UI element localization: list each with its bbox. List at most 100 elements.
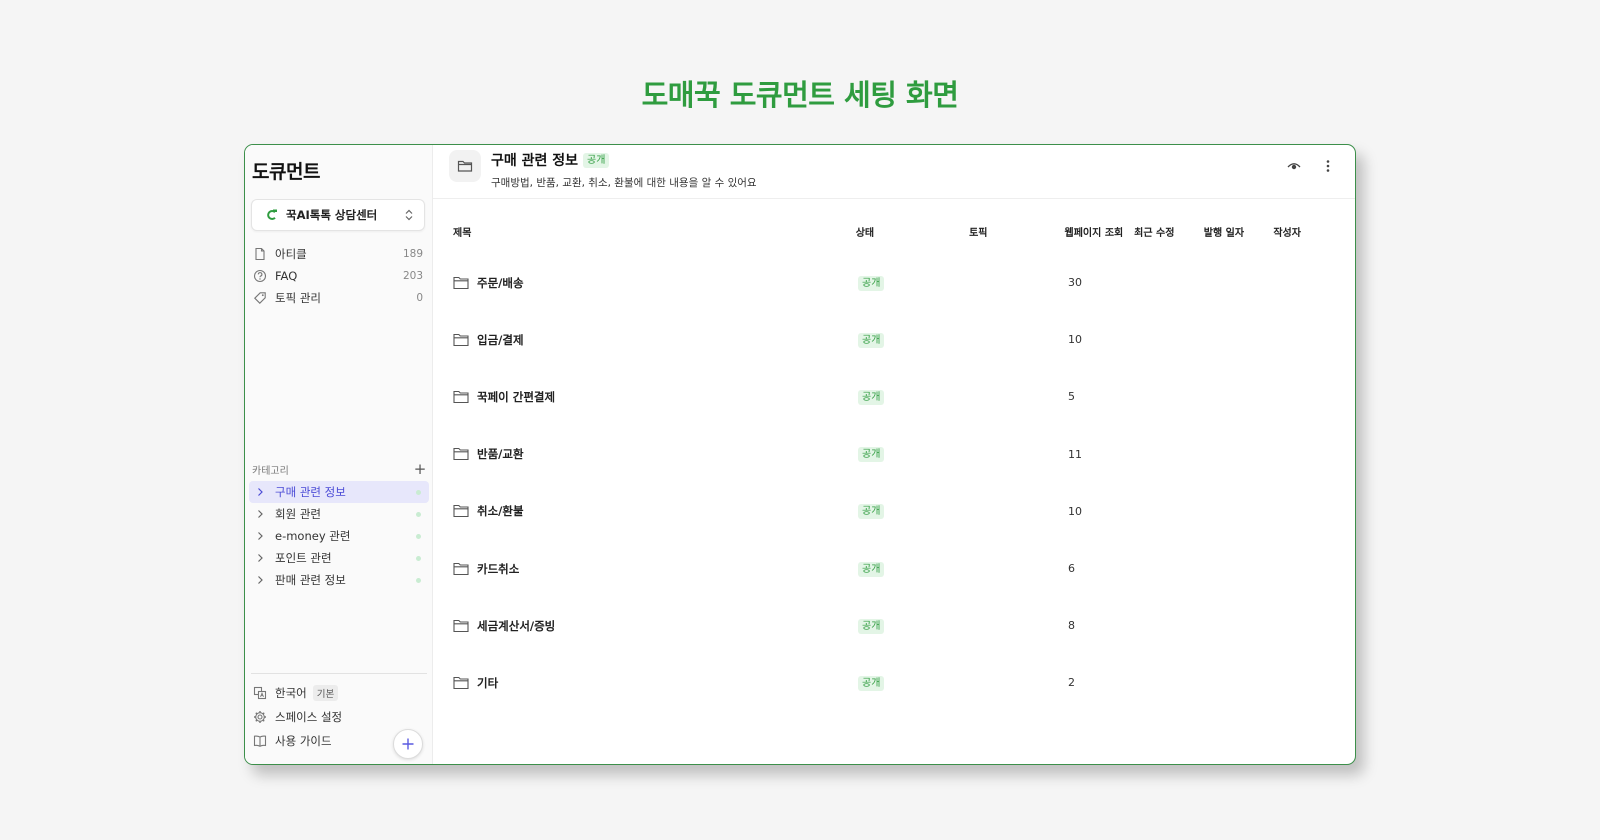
- column-header-title[interactable]: 제목: [453, 224, 856, 239]
- category-item-points[interactable]: 포인트 관련: [249, 547, 429, 569]
- row-title-text: 주문/배송: [477, 275, 524, 290]
- category-header: 카테고리 +: [251, 461, 427, 477]
- main-content: 구매 관련 정보 공개 구매방법, 반품, 교환, 취소, 환불에 대한 내용을…: [433, 145, 1355, 764]
- sidebar-divider: [251, 673, 427, 674]
- category-label: e-money 관련: [275, 529, 351, 543]
- row-title-text: 기타: [477, 675, 499, 690]
- space-selector[interactable]: 꾹AI톡톡 상담센터: [251, 199, 425, 231]
- status-badge: 공개: [858, 332, 885, 348]
- column-header-author[interactable]: 작성자: [1273, 224, 1333, 239]
- chevron-right-icon[interactable]: [255, 553, 265, 563]
- add-category-icon[interactable]: +: [413, 462, 427, 477]
- column-header-status[interactable]: 상태: [856, 224, 969, 239]
- language-button[interactable]: 한국어 기본: [251, 681, 427, 705]
- document-table: 제목 상태 토픽 웹페이지 조회 최근 수정 발행 일자 작성자 주문/배송 공…: [453, 221, 1333, 712]
- column-header-published[interactable]: 발행 일자: [1204, 224, 1274, 239]
- row-title-text: 카드취소: [477, 561, 520, 576]
- status-badge: 공개: [858, 389, 885, 405]
- sidebar-nav: 아티클 189 FAQ 203 토픽 관리 0: [251, 243, 427, 309]
- sidebar-item-count: 203: [402, 270, 423, 282]
- page-title-text: 구매 관련 정보: [491, 153, 579, 169]
- eye-icon[interactable]: [1287, 159, 1301, 173]
- row-status: 공개: [858, 275, 972, 291]
- language-label: 한국어: [275, 686, 307, 700]
- table-header: 제목 상태 토픽 웹페이지 조회 최근 수정 발행 일자 작성자: [453, 221, 1333, 241]
- sidebar-title: 도큐먼트: [252, 161, 320, 183]
- column-header-views[interactable]: 웹페이지 조회: [1065, 224, 1135, 239]
- translate-icon: [253, 686, 267, 700]
- chevron-right-icon[interactable]: [255, 487, 265, 497]
- table-row[interactable]: 취소/환불 공개 10: [453, 483, 1333, 540]
- status-badge: 공개: [858, 275, 885, 291]
- space-settings-button[interactable]: 스페이스 설정: [251, 705, 427, 729]
- folder-icon: [453, 676, 469, 689]
- status-dot: [416, 489, 421, 495]
- column-header-modified[interactable]: 최근 수정: [1134, 224, 1204, 239]
- row-views: 5: [1068, 390, 1075, 404]
- space-name: 꾹AI톡톡 상담센터: [286, 208, 378, 222]
- row-status: 공개: [858, 675, 972, 691]
- category-folder-badge: [449, 150, 481, 182]
- more-vertical-icon[interactable]: [1321, 159, 1335, 173]
- row-views: 11: [1068, 447, 1082, 461]
- row-title-text: 반품/교환: [477, 447, 524, 462]
- sidebar-item-topics[interactable]: 토픽 관리 0: [251, 287, 427, 309]
- sidebar-item-count: 189: [402, 248, 423, 260]
- sidebar-item-faq[interactable]: FAQ 203: [251, 265, 427, 287]
- row-views: 6: [1068, 562, 1075, 576]
- table-row[interactable]: 꾹페이 간편결제 공개 5: [453, 368, 1333, 425]
- status-badge: 공개: [858, 618, 885, 634]
- chevron-updown-icon: [405, 209, 413, 221]
- row-title: 세금계산서/증빙: [453, 618, 858, 634]
- folder-icon: [457, 160, 473, 172]
- row-views: 2: [1068, 676, 1075, 690]
- public-badge: 공개: [583, 152, 610, 168]
- page-heading: 도매꾹 도큐먼트 세팅 화면: [641, 78, 959, 112]
- table-row[interactable]: 입금/결제 공개 10: [453, 311, 1333, 368]
- category-item-member[interactable]: 회원 관련: [249, 503, 429, 525]
- page-title: 구매 관련 정보 공개: [491, 150, 610, 170]
- add-button[interactable]: [393, 729, 423, 759]
- row-title: 카드취소: [453, 561, 858, 577]
- category-label: 판매 관련 정보: [275, 573, 346, 587]
- space-logo-icon: [267, 209, 277, 220]
- plus-icon: [402, 738, 414, 750]
- status-dot: [416, 533, 421, 539]
- category-item-sales[interactable]: 판매 관련 정보: [249, 569, 429, 591]
- status-badge: 공개: [858, 675, 885, 691]
- category-header-label: 카테고리: [252, 465, 289, 477]
- sidebar: 도큐먼트 꾹AI톡톡 상담센터 아티클 189 FAQ 203 토픽 관리 0 …: [245, 145, 433, 764]
- status-dot: [416, 577, 421, 583]
- page-description: 구매방법, 반품, 교환, 취소, 환불에 대한 내용을 알 수 있어요: [491, 177, 757, 189]
- table-row[interactable]: 반품/교환 공개 11: [453, 426, 1333, 483]
- row-views: 10: [1068, 333, 1082, 347]
- table-row[interactable]: 기타 공개 2: [453, 654, 1333, 711]
- category-label: 구매 관련 정보: [275, 485, 346, 499]
- chevron-right-icon[interactable]: [255, 575, 265, 585]
- row-status: 공개: [858, 446, 972, 463]
- folder-icon: [453, 619, 469, 632]
- row-status: 공개: [858, 389, 972, 405]
- column-header-topic[interactable]: 토픽: [969, 224, 1064, 239]
- category-label: 포인트 관련: [275, 551, 332, 565]
- category-label: 회원 관련: [275, 507, 321, 521]
- chevron-right-icon[interactable]: [255, 531, 265, 541]
- table-row[interactable]: 주문/배송 공개 30: [453, 254, 1333, 311]
- row-title-text: 꾹페이 간편결제: [477, 389, 556, 404]
- category-item-purchase[interactable]: 구매 관련 정보: [249, 481, 429, 503]
- tag-icon: [254, 292, 266, 304]
- header-actions: [1287, 159, 1335, 173]
- row-title-text: 세금계산서/증빙: [477, 618, 556, 633]
- row-title-text: 입금/결제: [477, 332, 524, 347]
- folder-icon: [453, 505, 469, 518]
- category-item-emoney[interactable]: e-money 관련: [249, 525, 429, 547]
- folder-icon: [453, 276, 469, 289]
- sidebar-item-label: 토픽 관리: [275, 291, 321, 305]
- table-row[interactable]: 카드취소 공개 6: [453, 540, 1333, 597]
- folder-icon: [453, 562, 469, 575]
- table-row[interactable]: 세금계산서/증빙 공개 8: [453, 597, 1333, 654]
- folder-icon: [453, 333, 469, 346]
- chevron-right-icon[interactable]: [255, 509, 265, 519]
- sidebar-item-articles[interactable]: 아티클 189: [251, 243, 427, 265]
- sidebar-item-label: 아티클: [275, 247, 307, 261]
